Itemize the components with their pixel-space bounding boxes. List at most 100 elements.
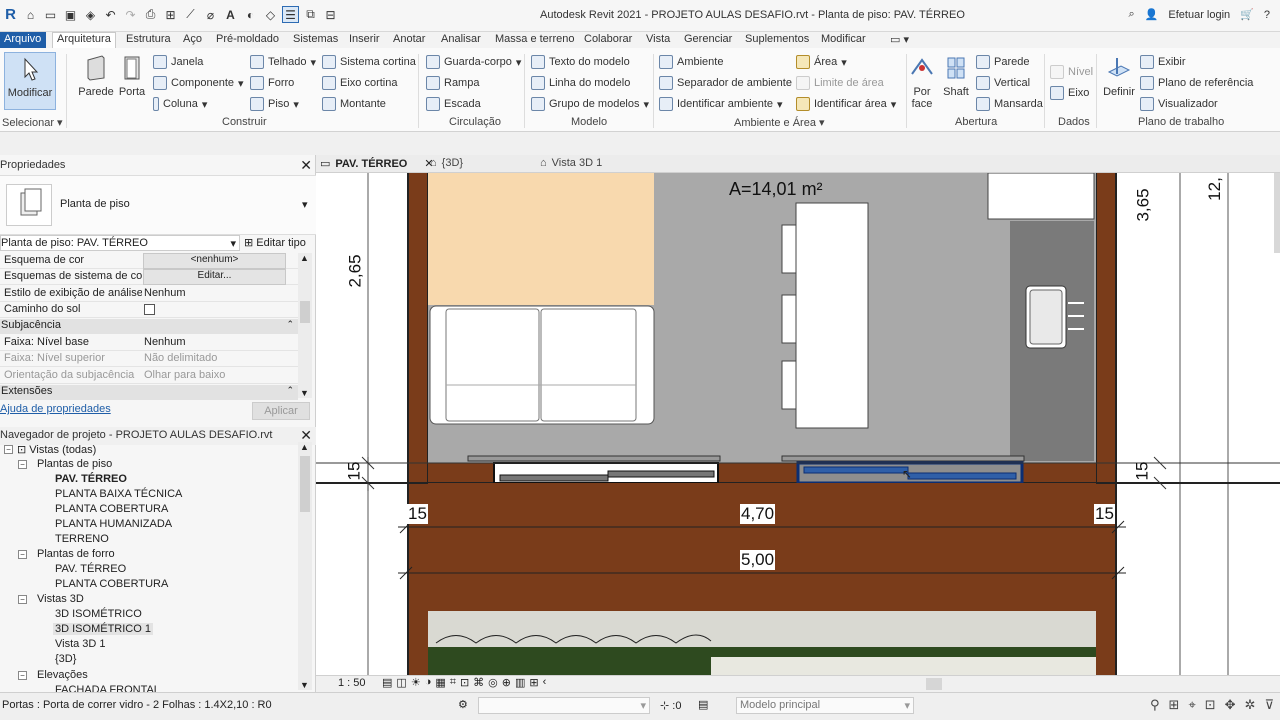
collapse-icon[interactable]: − [4,445,13,454]
save-icon[interactable]: ▣ [62,6,79,23]
edit-type-button[interactable]: ⊞ Editar tipo [244,236,306,249]
shaft-button[interactable]: Shaft [940,52,972,110]
filter-selection-icon[interactable]: ⊽ [1264,697,1274,713]
show-button[interactable]: Exibir [1140,53,1186,71]
collapse-icon[interactable]: − [18,595,27,604]
render-icon[interactable]: ▦ [435,676,445,689]
tree-3d-views[interactable]: Vistas 3D [37,593,84,605]
tab-vista-3d-1[interactable]: ⌂ Vista 3D 1 [540,157,602,169]
temp-properties-icon[interactable]: ▥ [515,676,525,689]
tab-massing[interactable]: Massa e terreno [495,33,574,45]
section-underlay[interactable]: Subjacência ⌃ [0,319,298,334]
ramp-button[interactable]: Rampa [426,74,479,92]
sync-icon[interactable]: ◈ [82,6,99,23]
tree-root[interactable]: ⊡ Vistas (todas) [17,443,96,456]
dimension-15-left[interactable]: 15 [344,461,364,482]
mullion-button[interactable]: Montante [322,95,386,113]
login-link[interactable]: Efetuar login [1168,9,1230,21]
dimension-500[interactable]: 5,00 [740,550,776,570]
help-icon[interactable]: ? [1264,9,1270,21]
model-text-button[interactable]: Texto do modelo [531,53,630,71]
home-icon[interactable]: ⌂ [22,6,39,23]
show-crop-icon[interactable]: ⊡ [460,676,469,689]
instance-filter-dropdown[interactable]: Planta de piso: PAV. TÉRREO ▾ [0,235,240,251]
tree-item[interactable]: PLANTA COBERTURA [55,503,168,515]
set-workplane-button[interactable]: Definir [1098,52,1140,110]
dormer-button[interactable]: Mansarda [976,95,1043,113]
select-by-face-icon[interactable]: ⊡ [1205,697,1216,713]
wall-opening-button[interactable]: Parede [976,53,1029,71]
collapse-icon[interactable]: − [18,460,27,469]
room-separator-button[interactable]: Separador de ambiente [659,74,792,92]
measure-icon[interactable]: ⊞ [162,6,179,23]
tab-modify[interactable]: Modificar [821,33,866,45]
tree-item[interactable]: TERRENO [55,533,109,545]
area-tag[interactable]: A=14,01 m² [728,179,824,200]
grid-button[interactable]: Eixo [1050,84,1089,102]
select-dropdown[interactable]: Selecionar ▾ [2,116,63,129]
horizontal-scroll-thumb[interactable] [926,678,942,690]
tree-item-pav-terreo[interactable]: PAV. TÉRREO [55,473,127,485]
collapse-icon[interactable]: − [18,671,27,680]
tree-elevations[interactable]: Elevações [37,669,88,681]
redo-icon[interactable]: ↷ [122,6,139,23]
select-underlay-icon[interactable]: ⊞ [1169,697,1180,713]
dimension-15-right[interactable]: 15 [1132,461,1152,482]
roof-button[interactable]: Telhado ▾ [250,53,316,71]
stair-button[interactable]: Escada [426,95,481,113]
properties-scrollbar[interactable]: ▲ ▼ [298,253,312,398]
tab-addins[interactable]: Suplementos [745,33,809,45]
curtain-system-button[interactable]: Sistema cortina [322,53,416,71]
tree-ceiling-plans[interactable]: Plantas de forro [37,548,115,560]
property-value[interactable]: Nenhum [144,287,186,299]
tree-item[interactable]: {3D} [55,653,76,665]
sun-path-icon[interactable]: ☀ [411,676,421,689]
ribbon-toggle-icon[interactable]: ▭ ▾ [890,33,909,46]
door-button[interactable]: Porta [112,52,152,110]
workset-icon[interactable]: ⚙ [458,698,468,711]
dimension-470[interactable]: 4,70 [740,504,776,524]
railing-button[interactable]: Guarda-corpo ▾ [426,53,521,71]
scroll-up-icon[interactable]: ▲ [300,442,309,452]
tree-item[interactable]: 3D ISOMÉTRICO [55,608,142,620]
sun-path-checkbox[interactable] [144,304,155,315]
by-face-button[interactable]: Por face [906,52,938,110]
vertical-opening-button[interactable]: Vertical [976,74,1030,92]
tab-3d[interactable]: ⌂ {3D} [430,157,463,169]
tag-area-button[interactable]: Identificar área ▾ [796,95,896,113]
tab-systems[interactable]: Sistemas [293,33,338,45]
scroll-up-icon[interactable]: ▲ [300,253,309,263]
tab-pav-terreo[interactable]: ▭ PAV. TÉRREO ✕ [320,157,434,171]
view-scale[interactable]: 1 : 50 [338,677,366,689]
dimension-15-bottom-left[interactable]: 15 [407,504,428,524]
tab-annotate[interactable]: Anotar [393,33,425,45]
drag-elements-icon[interactable]: ✥ [1225,697,1236,713]
visual-style-icon[interactable]: ◫ [396,676,406,689]
tab-collaborate[interactable]: Colaborar [584,33,632,45]
scroll-down-icon[interactable]: ▼ [300,388,309,398]
user-icon[interactable]: 👤 [1145,8,1159,21]
default-3d-icon[interactable]: ◐ [242,6,259,23]
component-button[interactable]: Componente ▾ [153,74,244,92]
tab-steel[interactable]: Aço [183,33,202,45]
ref-plane-button[interactable]: Plano de referência [1140,74,1253,92]
thin-lines-icon[interactable]: ☰ [282,6,299,23]
tab-architecture[interactable]: Arquitetura [52,32,116,48]
browser-scrollbar[interactable]: ▲ ▼ [298,442,312,690]
tree-item-selected[interactable]: 3D ISOMÉTRICO 1 [53,623,153,635]
chevron-down-icon[interactable]: ▾ [302,198,308,211]
crop-view-icon[interactable]: ⌗ [450,676,456,689]
open-icon[interactable]: ▭ [42,6,59,23]
model-group-button[interactable]: Grupo de modelos ▾ [531,95,649,113]
tree-item[interactable]: FACHADA FRONTAL [55,684,160,692]
modify-button[interactable]: Modificar [4,52,56,110]
property-value[interactable]: Nenhum [144,336,186,348]
temp-hide-icon[interactable]: ◎ [488,676,498,689]
design-options-icon[interactable]: ▤ [698,698,708,711]
viewer-button[interactable]: Visualizador [1140,95,1218,113]
dimension-icon[interactable]: ⟋ [182,6,199,23]
scroll-down-icon[interactable]: ▼ [300,680,309,690]
workset-dropdown[interactable]: ▾ [478,697,650,714]
tree-item[interactable]: PLANTA HUMANIZADA [55,518,172,530]
apply-button[interactable]: Aplicar [252,402,310,420]
